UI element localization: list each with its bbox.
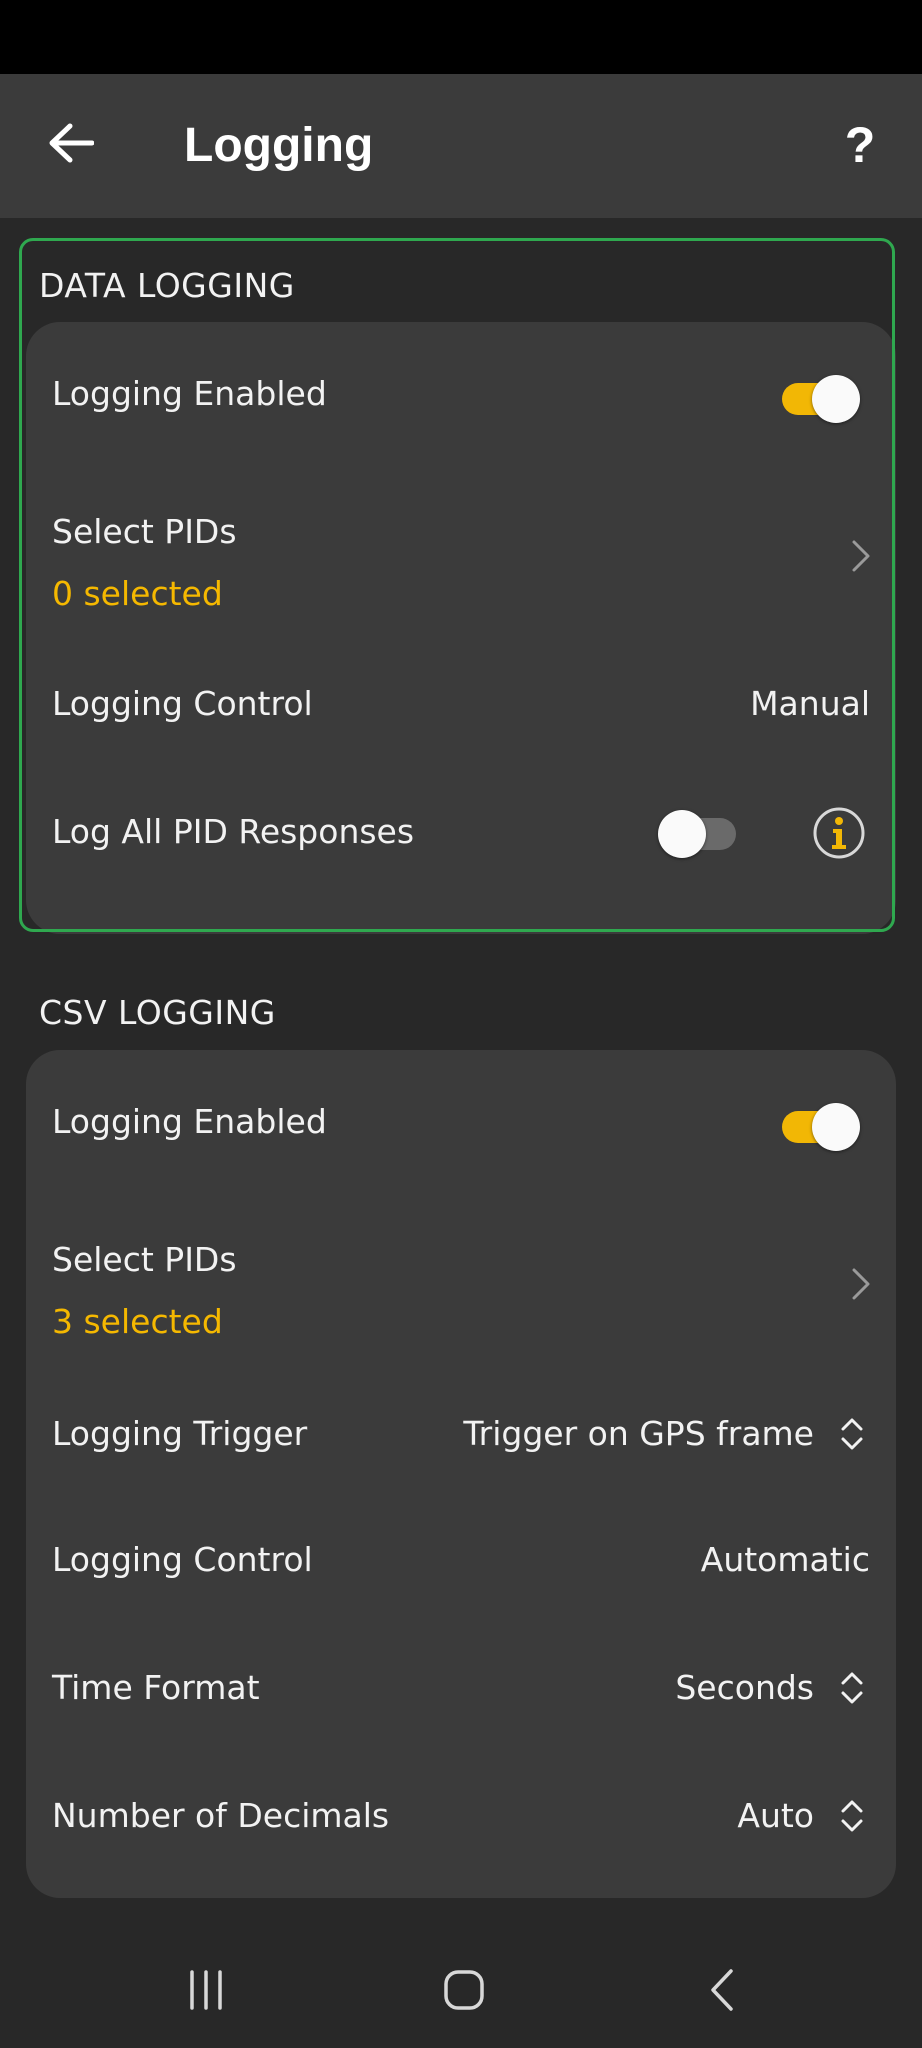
status-bar — [0, 0, 922, 74]
home-icon — [444, 1970, 484, 2010]
csv-logging-enabled-toggle[interactable] — [776, 1097, 860, 1153]
csv-logging-enabled-row[interactable]: Logging Enabled — [26, 1050, 896, 1200]
number-of-decimals-value: Auto — [737, 1796, 814, 1835]
time-format-row[interactable]: Time Format Seconds — [26, 1626, 896, 1754]
arrow-left-icon — [49, 123, 94, 163]
logging-trigger-row[interactable]: Logging Trigger Trigger on GPS frame — [26, 1370, 896, 1498]
recent-apps-button[interactable] — [166, 1950, 246, 2030]
logging-control-value: Automatic — [700, 1540, 870, 1579]
toggle-knob — [812, 1103, 860, 1151]
select-pids-count: 3 selected — [52, 1302, 223, 1341]
number-of-decimals-row[interactable]: Number of Decimals Auto — [26, 1754, 896, 1882]
data-logging-highlight-frame — [19, 238, 895, 932]
system-nav-bar — [0, 1930, 922, 2048]
time-format-value: Seconds — [675, 1668, 814, 1707]
csv-logging-card: Logging Enabled Select PIDs 3 selected L… — [26, 1050, 896, 1898]
recent-apps-icon — [190, 1970, 222, 2010]
logging-trigger-label: Logging Trigger — [52, 1414, 308, 1453]
chevron-right-icon — [852, 1268, 870, 1300]
logging-enabled-label: Logging Enabled — [52, 1102, 327, 1141]
up-down-chevron-icon — [841, 1800, 863, 1832]
csv-logging-header: CSV LOGGING — [39, 993, 276, 1032]
time-format-label: Time Format — [52, 1668, 260, 1707]
nav-back-button[interactable] — [682, 1950, 762, 2030]
logging-control-label: Logging Control — [52, 1540, 313, 1579]
select-pids-label: Select PIDs — [52, 1240, 237, 1279]
app-bar: Logging ? — [0, 74, 922, 218]
page-title: Logging — [184, 119, 374, 172]
up-down-chevron-icon — [841, 1672, 863, 1704]
csv-logging-control-row[interactable]: Logging Control Automatic — [26, 1498, 896, 1626]
back-icon — [711, 1969, 733, 2011]
back-button[interactable] — [40, 112, 102, 174]
help-button[interactable]: ? — [830, 110, 890, 180]
number-of-decimals-label: Number of Decimals — [52, 1796, 390, 1835]
csv-select-pids-row[interactable]: Select PIDs 3 selected — [26, 1200, 896, 1370]
home-button[interactable] — [424, 1950, 504, 2030]
logging-trigger-value: Trigger on GPS frame — [463, 1414, 814, 1453]
up-down-chevron-icon — [841, 1418, 863, 1450]
